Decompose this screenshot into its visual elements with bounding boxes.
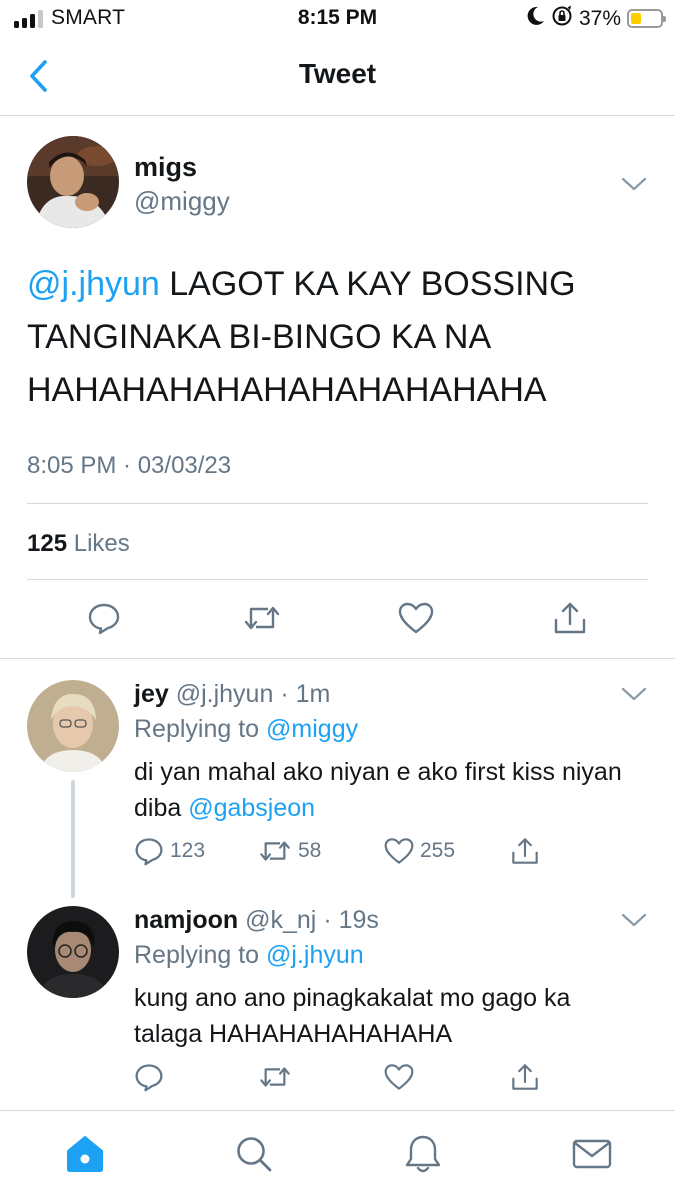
divider (27, 503, 648, 504)
reply-icon (135, 1064, 163, 1092)
mention-link[interactable]: @j.jhyun (27, 265, 160, 303)
chevron-down-icon (621, 913, 647, 927)
likes-label: Likes (73, 530, 130, 557)
reply-header: namjoon @k_nj · 19s (134, 906, 379, 934)
moon-icon (527, 6, 545, 31)
battery-percent: 37% (578, 6, 621, 30)
search-icon (237, 1137, 272, 1172)
tab-bar (0, 1110, 675, 1200)
reply-button[interactable] (84, 596, 124, 640)
reply-actions: 123 58 255 (134, 836, 654, 876)
like-button[interactable] (395, 596, 437, 640)
reply-count: 123 (170, 839, 206, 862)
reply-text: di yan mahal ako niyan e ako first kiss … (134, 758, 622, 822)
replying-to: Replying to @miggy (134, 715, 359, 743)
like-button[interactable]: 255 (384, 836, 455, 866)
like-icon (384, 1064, 414, 1090)
share-button[interactable] (510, 1062, 540, 1092)
share-icon (554, 602, 586, 634)
mention-link[interactable]: @miggy (266, 715, 358, 743)
reply-time: 1m (295, 680, 331, 708)
reply-time: 19s (338, 906, 379, 934)
nav-bar: Tweet (0, 38, 675, 116)
author-handle[interactable]: @miggy (134, 186, 230, 217)
tab-messages[interactable] (567, 1131, 617, 1177)
retweet-button[interactable] (240, 596, 284, 640)
more-options-button[interactable] (619, 910, 649, 930)
retweet-icon (244, 606, 280, 630)
likes-row[interactable]: 125 Likes (27, 530, 130, 558)
more-options-button[interactable] (619, 174, 649, 194)
battery-fill (631, 13, 641, 24)
avatar[interactable] (27, 906, 119, 998)
like-count: 255 (420, 839, 456, 862)
like-icon (398, 602, 434, 634)
messages-icon (572, 1139, 612, 1169)
reply-actions (134, 1062, 654, 1102)
retweet-button[interactable]: 58 (258, 836, 321, 866)
reply-text: kung ano ano pinagkakalat mo gago ka tal… (134, 984, 571, 1048)
like-button[interactable] (384, 1062, 414, 1092)
mention-link[interactable]: @j.jhyun (266, 941, 364, 969)
reply-icon (135, 838, 163, 866)
tweet-text: @j.jhyun LAGOT KA KAY BOSSING TANGINAKA … (27, 258, 647, 417)
likes-count: 125 (27, 530, 68, 557)
author-handle[interactable]: @k_nj (245, 906, 316, 934)
share-icon (512, 838, 538, 864)
retweet-icon (260, 841, 290, 861)
tweet-timestamp[interactable]: 8:05 PM · 03/03/23 (27, 452, 231, 480)
reply-button[interactable]: 123 (134, 836, 205, 866)
chevron-down-icon (621, 687, 647, 701)
battery-icon (627, 9, 666, 28)
home-icon (67, 1136, 103, 1172)
author-name[interactable]: namjoon (134, 906, 238, 934)
tab-search[interactable] (229, 1131, 279, 1177)
tab-notifications[interactable] (398, 1131, 448, 1177)
mention-link[interactable]: @gabsjeon (188, 794, 315, 822)
reply-icon (88, 603, 120, 635)
tab-home[interactable] (60, 1131, 110, 1177)
thread-line (71, 780, 75, 898)
replying-to: Replying to @j.jhyun (134, 941, 364, 969)
divider (27, 579, 648, 580)
chevron-down-icon (621, 177, 647, 191)
section-divider (0, 658, 675, 659)
status-bar: SMART 8:15 PM 37% (0, 0, 675, 38)
page-title: Tweet (298, 58, 377, 89)
retweet-button[interactable] (258, 1062, 292, 1092)
author-name[interactable]: migs (134, 152, 197, 183)
share-icon (512, 1064, 538, 1090)
avatar[interactable] (27, 680, 119, 772)
like-icon (384, 838, 414, 864)
notifications-icon (405, 1135, 441, 1173)
status-right: 37% (527, 5, 666, 32)
tweet-actions (0, 596, 675, 656)
retweet-count: 58 (298, 839, 322, 862)
author-name[interactable]: jey (134, 680, 169, 708)
share-button[interactable] (550, 596, 590, 640)
more-options-button[interactable] (619, 684, 649, 704)
reply-header: jey @j.jhyun · 1m (134, 680, 331, 708)
share-button[interactable] (510, 836, 540, 866)
avatar[interactable] (27, 136, 119, 228)
orientation-lock-icon (551, 5, 573, 32)
author-handle[interactable]: @j.jhyun (176, 680, 274, 708)
reply-button[interactable] (134, 1062, 164, 1092)
retweet-icon (260, 1067, 290, 1087)
